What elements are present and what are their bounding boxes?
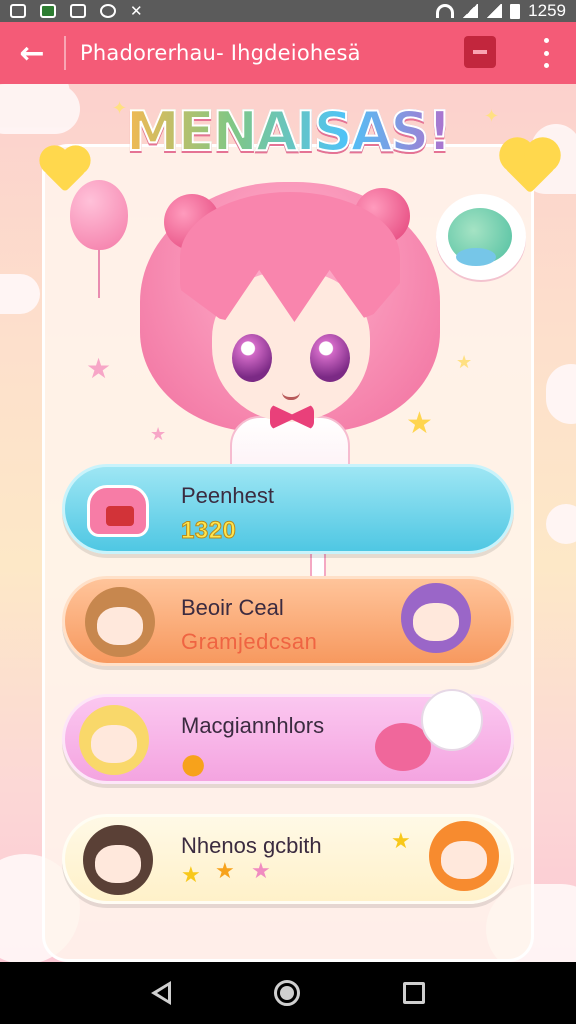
game-menu-screen: ✦ ✦ ★ ★ ★ ★ MENAISAS! Peenhest 1320 Beoi… (0, 84, 576, 962)
menu-item-score: 1320 (181, 517, 237, 545)
more-options-button[interactable] (532, 35, 560, 71)
minus-icon (473, 50, 487, 54)
notification-icon (10, 4, 26, 18)
sync-icon (100, 4, 116, 18)
toolbar-divider (64, 36, 66, 70)
star-icon: ★ (391, 829, 411, 854)
stop-button[interactable] (464, 36, 496, 68)
menu-item-title: Peenhest (181, 483, 274, 508)
gallery-icon (70, 4, 86, 18)
menu-item-2[interactable]: Beoir Ceal Gramjedcsan (62, 576, 514, 666)
blond-character-avatar (79, 705, 149, 775)
back-button[interactable]: ← (0, 22, 64, 84)
status-bar: ✕ 1259 (0, 0, 576, 22)
white-cat-icon (421, 689, 483, 751)
menu-item-subtitle: Gramjedcsan (181, 629, 318, 654)
cloud-decoration (0, 274, 40, 314)
signal-icon-2 (486, 4, 503, 18)
arrow-left-icon: ← (19, 35, 45, 71)
menu-item-4[interactable]: Nhenos gcbith ★ ★ ★ ★ (62, 814, 514, 904)
wifi-icon (436, 4, 455, 18)
signal-icon (462, 4, 479, 18)
app-bar: ← Phadorerhau‐ Ihgdeiohesä (0, 22, 576, 84)
bluetooth-off-icon: ✕ (130, 2, 143, 20)
star-icon: ★ (86, 352, 112, 385)
menu-item-title: Macgiannhlors (181, 713, 325, 738)
menu-item-title: Beoir Ceal (181, 595, 284, 620)
nav-recents-button[interactable] (402, 982, 425, 1004)
slime-mascot-icon (448, 208, 512, 266)
cloud-decoration (546, 504, 576, 544)
dark-hair-character-avatar (83, 825, 153, 895)
status-time: 1259 (528, 1, 566, 20)
orange-orb-icon: ● (181, 747, 206, 780)
jar-icon (87, 485, 149, 537)
brown-hair-character-avatar (85, 587, 155, 657)
menu-item-title: Nhenos gcbith (181, 833, 322, 858)
battery-icon (510, 3, 521, 19)
menu-item-1[interactable]: Peenhest 1320 (62, 464, 514, 554)
app-title: Phadorerhau‐ Ihgdeiohesä (80, 41, 361, 65)
cloud-decoration (546, 364, 576, 424)
nav-home-button[interactable] (273, 980, 300, 1006)
menu-item-3[interactable]: Macgiannhlors ● (62, 689, 514, 784)
orange-character-avatar (429, 821, 499, 891)
system-nav-bar (0, 962, 576, 1024)
app-notification-icon (40, 4, 56, 18)
star-icon: ★ (181, 863, 201, 888)
purple-hair-character-avatar (401, 583, 471, 653)
star-icon: ★ (215, 859, 235, 884)
star-icon: ★ (456, 352, 473, 373)
star-icon: ★ (251, 859, 271, 884)
nav-back-button[interactable] (151, 981, 172, 1005)
balloon-icon (70, 180, 128, 298)
